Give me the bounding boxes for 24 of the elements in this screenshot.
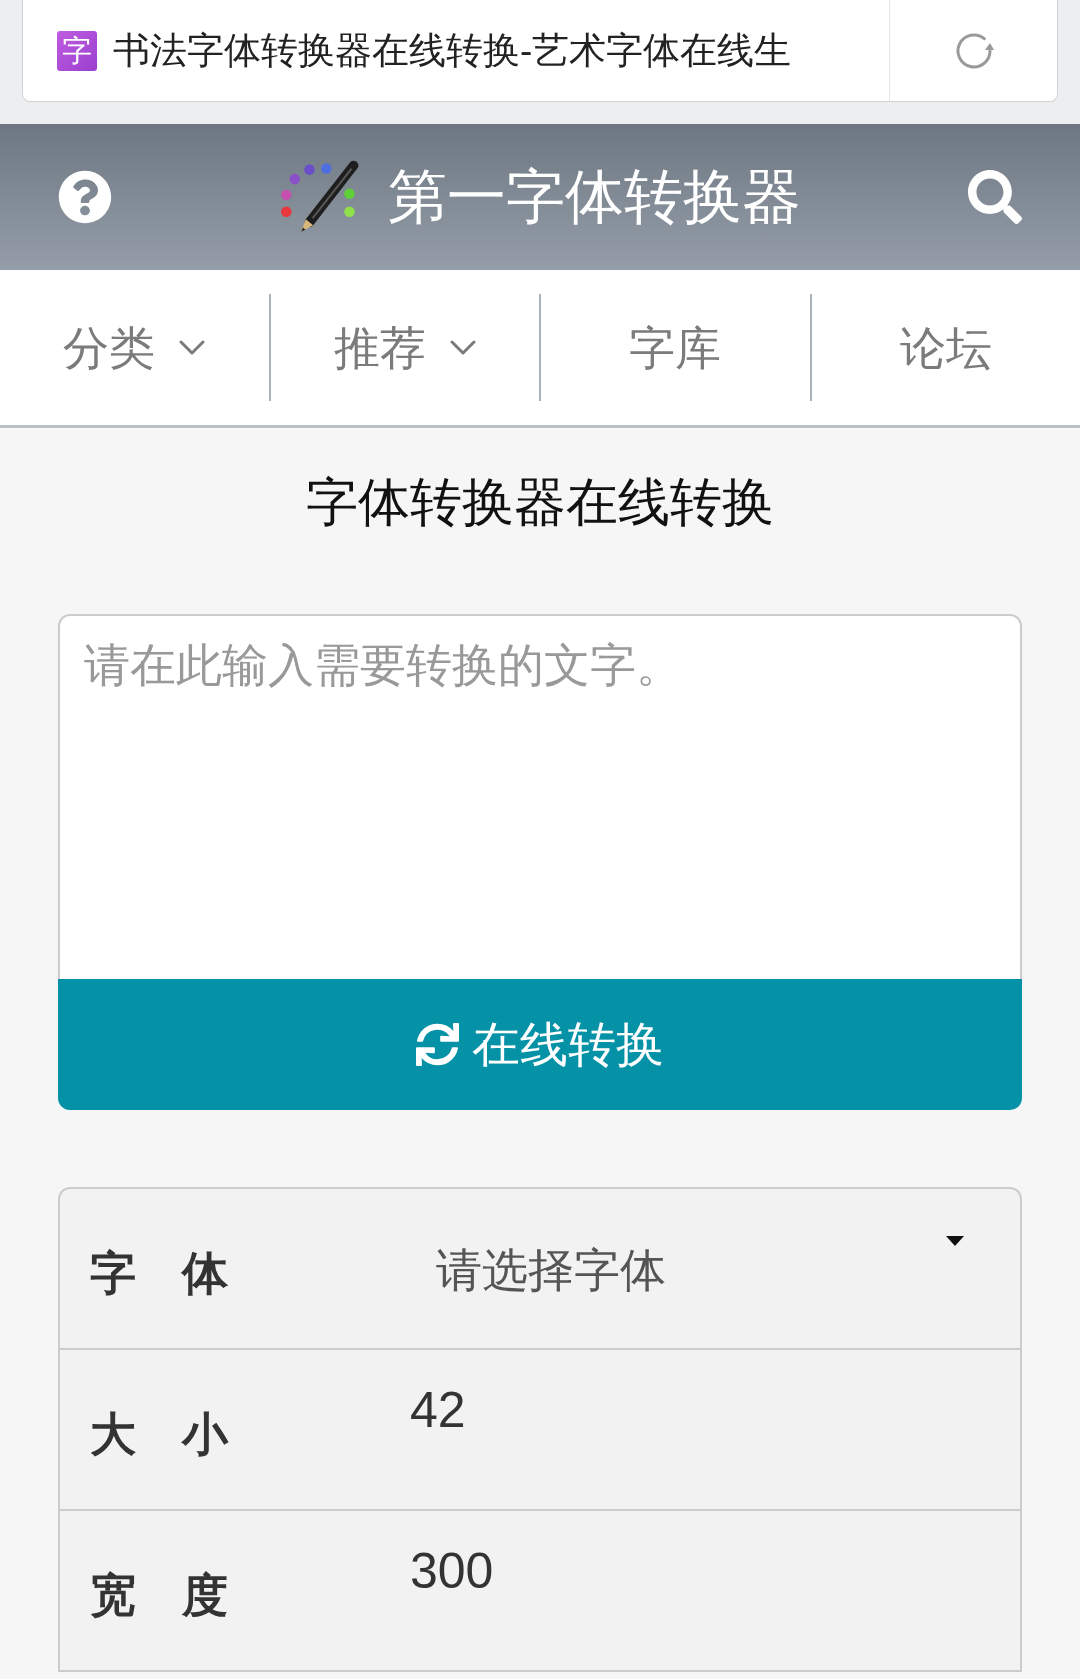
font-select[interactable]: 请选择字体: [410, 1233, 964, 1303]
refresh-icon: [416, 1023, 459, 1066]
nav-item[interactable]: 论坛: [899, 324, 992, 371]
reload-icon[interactable]: [953, 30, 994, 71]
pencil-dots-icon: [279, 160, 360, 234]
chevron-down-icon: [179, 339, 206, 356]
caret-down-icon: [946, 1236, 964, 1246]
chevron-down-icon: [449, 339, 476, 356]
convert-button[interactable]: 在线转换: [58, 979, 1022, 1110]
page-heading: 字体转换器在线转换: [306, 476, 774, 528]
field-label: 大 小: [90, 1408, 228, 1460]
value-field[interactable]: 42: [410, 1378, 970, 1442]
nav-item[interactable]: 推荐: [333, 324, 476, 371]
page-title: 书法字体转换器在线转换-艺术字体在线生: [113, 32, 792, 69]
value-field[interactable]: 300: [410, 1539, 970, 1603]
favicon: 字: [57, 30, 97, 71]
nav-item[interactable]: 分类: [63, 324, 206, 371]
help-icon[interactable]: [58, 170, 112, 224]
site-title: 第一字体转换器: [387, 167, 801, 227]
field-label: 字 体: [90, 1247, 228, 1299]
nav-item[interactable]: 字库: [629, 324, 722, 371]
text-input[interactable]: 请在此输入需要转换的文字。: [58, 614, 1022, 979]
search-icon[interactable]: [968, 170, 1022, 224]
field-label: 宽 度: [90, 1569, 228, 1621]
